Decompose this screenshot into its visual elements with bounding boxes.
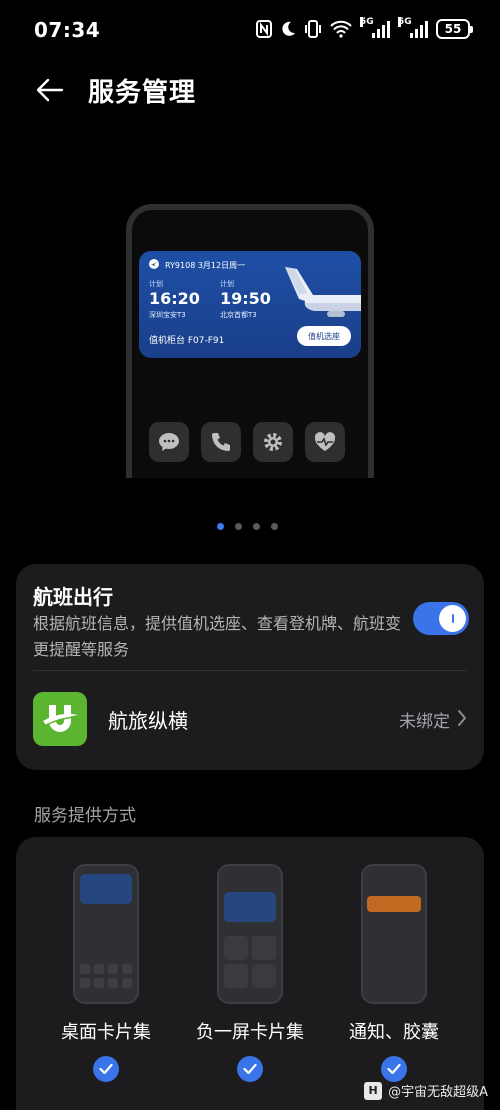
nfc-icon — [256, 18, 272, 40]
pager-dot[interactable] — [235, 523, 242, 530]
method-name: 负一屏卡片集 — [196, 1022, 304, 1043]
settings-icon — [253, 422, 293, 462]
dep-label: 计划 — [149, 280, 163, 288]
provider-status: 未绑定 — [399, 712, 450, 732]
check-icon[interactable] — [381, 1056, 407, 1082]
pager-dot-active[interactable] — [217, 523, 224, 530]
flight-header: RY9108 3月12日周一 — [149, 259, 245, 271]
check-icon[interactable] — [237, 1056, 263, 1082]
card-thumbnail — [80, 874, 132, 904]
method-name: 桌面卡片集 — [61, 1022, 151, 1043]
signal-icon: 5G — [398, 17, 428, 38]
method-desktop-cards[interactable]: 桌面卡片集 — [31, 837, 181, 1110]
watermark: H @宇宙无敌超级A — [364, 1081, 488, 1100]
method-minus-one-screen[interactable]: 负一屏卡片集 — [175, 837, 325, 1110]
check-icon[interactable] — [93, 1056, 119, 1082]
watermark-logo-icon: H — [364, 1081, 383, 1100]
wifi-icon — [330, 18, 352, 40]
provider-row[interactable]: 航旅纵横 未绑定 — [16, 671, 484, 770]
checkin-counter: 值机柜台 F07-F91 — [149, 336, 225, 346]
flight-card-preview: RY9108 3月12日周一 计划 16:20 深圳宝安T3 计划 19:50 … — [139, 251, 361, 358]
vibrate-icon — [304, 18, 322, 40]
dep-airport: 深圳宝安T3 — [149, 311, 186, 319]
notification-thumbnail — [367, 896, 421, 912]
battery-level: 55 — [444, 22, 462, 36]
page-title: 服务管理 — [88, 78, 197, 108]
method-name: 通知、胶囊 — [349, 1022, 439, 1043]
back-arrow-icon[interactable] — [30, 72, 70, 108]
icon-grid — [80, 964, 132, 988]
health-icon — [305, 422, 345, 462]
pager-dot[interactable] — [253, 523, 260, 530]
phone-icon — [201, 422, 241, 462]
airplane-icon — [149, 259, 159, 271]
status-icons: 5G 5G 55 — [256, 17, 473, 40]
arr-time: 19:50 — [220, 289, 271, 308]
minus-one-preview — [217, 864, 283, 1004]
status-time: 07:34 — [34, 18, 101, 42]
airplane-illustration — [283, 265, 361, 327]
status-bar: 07:34 5G 5G 55 — [0, 0, 500, 62]
arr-label: 计划 — [220, 280, 234, 288]
tile-grid — [224, 936, 276, 988]
flight-info: RY9108 3月12日周一 — [165, 260, 246, 270]
preview-pager — [217, 523, 278, 530]
pager-dot[interactable] — [271, 523, 278, 530]
provider-name: 航旅纵横 — [108, 709, 188, 733]
service-card: 航班出行 根据航班信息，提供值机选座、查看登机牌、航班变更提醒等服务 航旅纵横 … — [16, 564, 484, 770]
phone-screen: RY9108 3月12日周一 计划 16:20 深圳宝安T3 计划 19:50 … — [132, 210, 368, 478]
app-header: 服务管理 — [0, 62, 500, 118]
toggle-knob — [439, 605, 466, 632]
signal-icon: 5G — [360, 17, 390, 38]
arr-airport: 北京首都T3 — [220, 311, 257, 319]
provider-logo — [33, 692, 87, 746]
method-notification-capsule[interactable]: 通知、胶囊 — [319, 837, 469, 1110]
app-dock — [149, 422, 345, 462]
service-title: 航班出行 — [33, 585, 113, 609]
watermark-text: @宇宙无敌超级A — [388, 1085, 488, 1100]
chevron-right-icon — [457, 709, 467, 731]
service-toggle[interactable] — [413, 602, 469, 635]
checkin-button: 值机选座 — [297, 326, 351, 346]
phone-preview: RY9108 3月12日周一 计划 16:20 深圳宝安T3 计划 19:50 … — [126, 204, 374, 478]
card-thumbnail — [224, 892, 276, 922]
battery-icon: 55 — [436, 19, 473, 39]
section-label: 服务提供方式 — [34, 806, 136, 826]
notification-preview — [361, 864, 427, 1004]
service-description: 根据航班信息，提供值机选座、查看登机牌、航班变更提醒等服务 — [33, 614, 402, 659]
message-icon — [149, 422, 189, 462]
moon-icon — [280, 18, 296, 40]
dep-time: 16:20 — [149, 289, 200, 308]
methods-card: 桌面卡片集 负一屏卡片集 通知、胶囊 — [16, 837, 484, 1110]
desktop-preview — [73, 864, 139, 1004]
